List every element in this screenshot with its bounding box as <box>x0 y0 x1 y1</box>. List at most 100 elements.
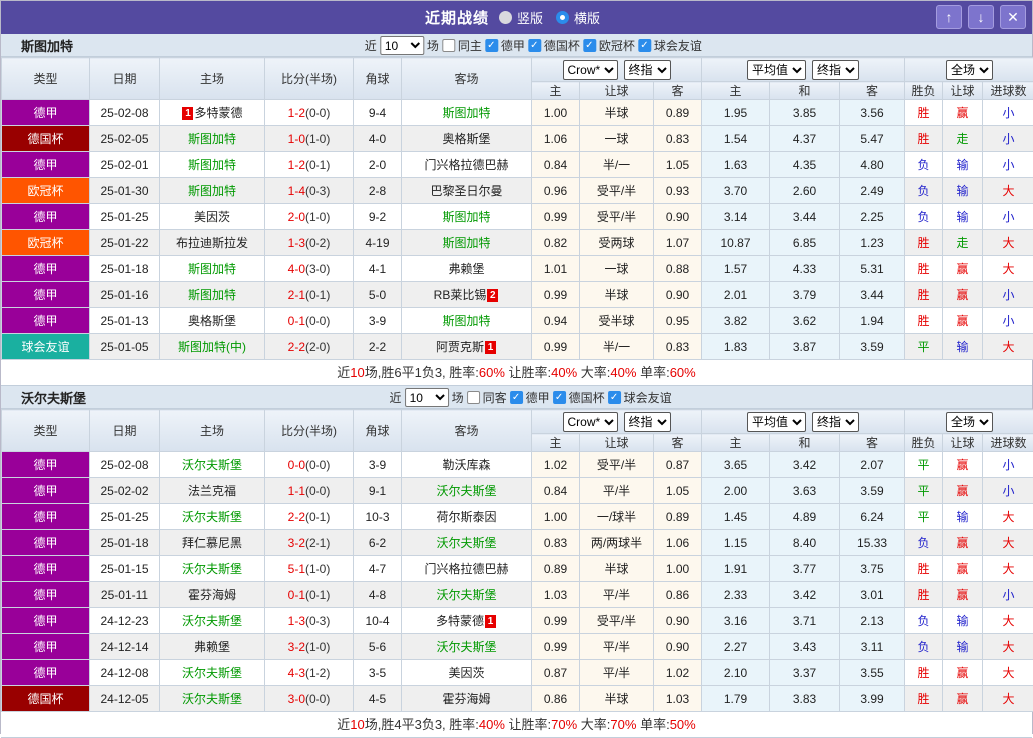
full-score: 3-0 <box>288 692 305 706</box>
horizontal-layout-radio[interactable] <box>556 11 569 24</box>
odds-company-select[interactable]: Crow* <box>563 60 618 80</box>
average-odds: 1.83 <box>702 334 770 360</box>
section-team-name: 斯图加特 <box>21 36 73 55</box>
league-checkbox-1[interactable]: ✓ <box>528 39 541 52</box>
average-odds: 4.35 <box>770 152 840 178</box>
handicap-flag: 赢 <box>943 308 983 334</box>
close-button[interactable]: ✕ <box>1000 5 1026 29</box>
competition-badge: 德甲 <box>2 556 90 582</box>
avg-company-select[interactable]: 平均值 <box>747 412 806 432</box>
average-odds: 4.89 <box>770 504 840 530</box>
result-flag: 平 <box>905 334 943 360</box>
section-header-0: 斯图加特 近10场同主✓德甲✓德国杯✓欧冠杯✓球会友谊 <box>1 34 1032 57</box>
team-name: 斯图加特 <box>188 262 236 276</box>
away-team-cell: 奥格斯堡 <box>402 126 532 152</box>
scope-select[interactable]: 全场 <box>946 60 993 80</box>
handicap-odds: 半球 <box>580 282 654 308</box>
corner-count: 4-0 <box>354 126 402 152</box>
summary-segment: 10 <box>350 717 364 732</box>
result-flag: 胜 <box>905 100 943 126</box>
result-flag: 负 <box>905 178 943 204</box>
goals-flag: 小 <box>983 126 1033 152</box>
match-row: 德甲25-01-25美因茨2-0(1-0)9-2斯图加特0.99受平/半0.90… <box>2 204 1033 230</box>
league-checkbox-0[interactable]: ✓ <box>510 391 523 404</box>
score-cell: 3-2(2-1) <box>265 530 354 556</box>
match-row: 德甲25-02-08沃尔夫斯堡0-0(0-0)3-9勒沃库森1.02受平/半0.… <box>2 452 1033 478</box>
average-odds: 2.07 <box>840 452 905 478</box>
sub-col-header: 客 <box>654 434 702 452</box>
handicap-flag: 赢 <box>943 556 983 582</box>
full-score: 1-3 <box>288 236 305 250</box>
handicap-odds: 1.01 <box>532 256 580 282</box>
handicap-odds: 半球 <box>580 686 654 712</box>
handicap-odds: 0.86 <box>532 686 580 712</box>
avg-stage-select[interactable]: 终指 <box>812 412 859 432</box>
half-score: (0-2) <box>305 236 330 250</box>
score-cell: 1-4(0-3) <box>265 178 354 204</box>
result-flag: 胜 <box>905 582 943 608</box>
match-date: 25-02-02 <box>90 478 160 504</box>
league-checkbox-1[interactable]: ✓ <box>553 391 566 404</box>
handicap-odds: 平/半 <box>580 582 654 608</box>
home-team-cell: 斯图加特(中) <box>160 334 265 360</box>
sub-col-header: 主 <box>532 434 580 452</box>
section-team-name: 沃尔夫斯堡 <box>21 388 86 407</box>
handicap-odds: 半/一 <box>580 152 654 178</box>
competition-badge: 德甲 <box>2 660 90 686</box>
avg-company-select[interactable]: 平均值 <box>747 60 806 80</box>
handicap-odds: 0.90 <box>654 608 702 634</box>
handicap-flag: 输 <box>943 152 983 178</box>
odds-stage-select[interactable]: 终指 <box>624 60 671 80</box>
odds-company-select[interactable]: Crow* <box>563 412 618 432</box>
rank-badge: 1 <box>485 615 496 628</box>
handicap-odds: 半球 <box>580 556 654 582</box>
average-odds: 3.59 <box>840 334 905 360</box>
recent-count-select[interactable]: 10 <box>405 388 449 407</box>
away-team-cell: 斯图加特 <box>402 308 532 334</box>
full-score: 4-0 <box>288 262 305 276</box>
recent-count-select[interactable]: 10 <box>380 36 424 55</box>
odds-stage-select[interactable]: 终指 <box>624 412 671 432</box>
league-checkbox-0[interactable]: ✓ <box>485 39 498 52</box>
filter-bar: 近10场同主✓德甲✓德国杯✓欧冠杯✓球会友谊 <box>365 34 702 57</box>
team-name: 多特蒙德 <box>436 614 484 628</box>
home-team-cell: 斯图加特 <box>160 282 265 308</box>
same-venue-checkbox[interactable] <box>467 391 480 404</box>
away-team-cell: 沃尔夫斯堡 <box>402 582 532 608</box>
competition-badge: 德甲 <box>2 204 90 230</box>
match-date: 25-02-08 <box>90 100 160 126</box>
result-flag: 负 <box>905 634 943 660</box>
league-checkbox-2[interactable]: ✓ <box>608 391 621 404</box>
handicap-flag: 输 <box>943 634 983 660</box>
result-flag: 胜 <box>905 126 943 152</box>
league-checkbox-3[interactable]: ✓ <box>638 39 651 52</box>
same-venue-checkbox[interactable] <box>442 39 455 52</box>
scope-select[interactable]: 全场 <box>946 412 993 432</box>
goals-flag: 大 <box>983 556 1033 582</box>
team-name: 沃尔夫斯堡 <box>436 536 496 550</box>
handicap-odds: 0.82 <box>532 230 580 256</box>
handicap-odds: 0.99 <box>532 282 580 308</box>
corner-count: 9-4 <box>354 100 402 126</box>
handicap-odds: 0.84 <box>532 152 580 178</box>
average-odds: 2.27 <box>702 634 770 660</box>
match-row: 球会友谊25-01-05斯图加特(中)2-2(2-0)2-2阿贾克斯10.99半… <box>2 334 1033 360</box>
match-date: 25-02-05 <box>90 126 160 152</box>
average-odds: 1.79 <box>702 686 770 712</box>
league-checkbox-2[interactable]: ✓ <box>583 39 596 52</box>
average-odds: 3.59 <box>840 478 905 504</box>
handicap-flag: 赢 <box>943 582 983 608</box>
competition-badge: 德甲 <box>2 100 90 126</box>
goals-flag: 大 <box>983 686 1033 712</box>
scroll-down-button[interactable]: ↓ <box>968 5 994 29</box>
scroll-up-button[interactable]: ↑ <box>936 5 962 29</box>
handicap-flag: 赢 <box>943 100 983 126</box>
handicap-odds: 1.05 <box>654 152 702 178</box>
score-cell: 2-0(1-0) <box>265 204 354 230</box>
score-cell: 1-1(0-0) <box>265 478 354 504</box>
handicap-odds: 0.94 <box>532 308 580 334</box>
handicap-odds: 1.03 <box>532 582 580 608</box>
corner-count: 2-8 <box>354 178 402 204</box>
vertical-layout-radio[interactable] <box>499 11 512 24</box>
avg-stage-select[interactable]: 终指 <box>812 60 859 80</box>
